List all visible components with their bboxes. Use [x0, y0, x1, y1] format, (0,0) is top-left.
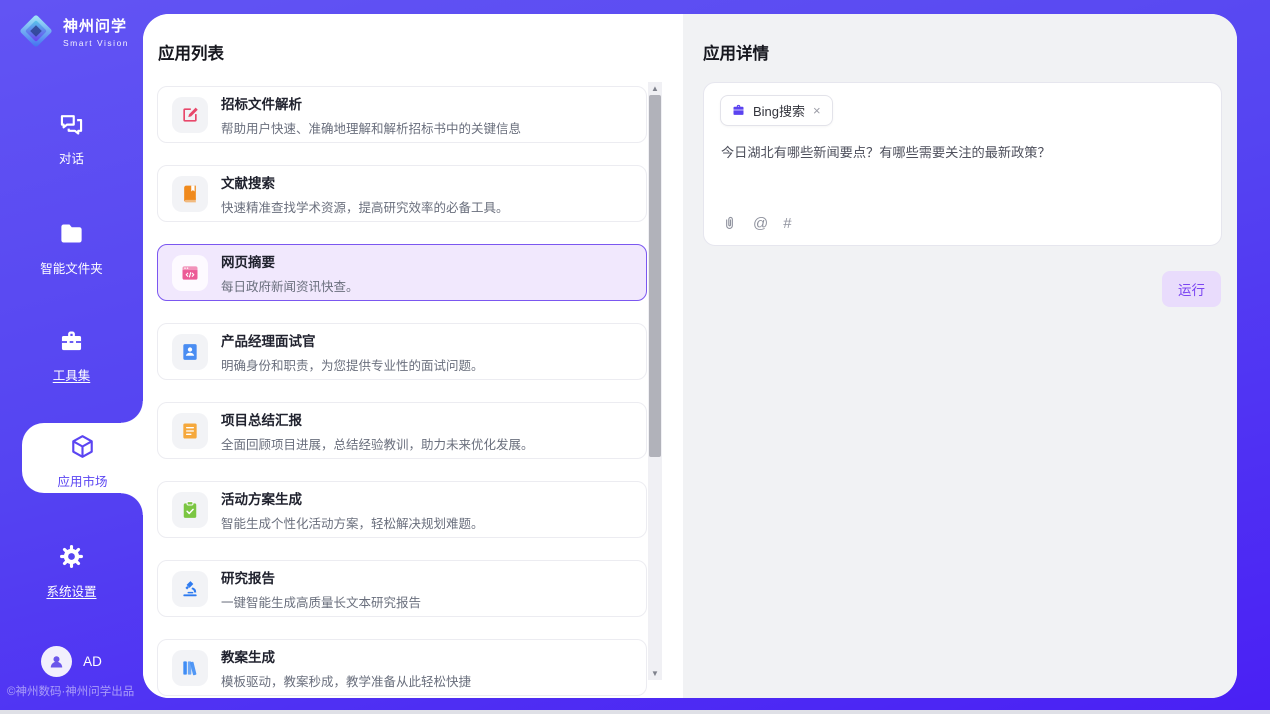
- app-list-item-literature-search[interactable]: 文献搜索 快速精准查找学术资源，提高研究效率的必备工具。: [157, 165, 647, 222]
- toolbox-icon: [58, 327, 85, 354]
- folder-icon: [58, 220, 85, 247]
- composer-toolbar: @ #: [721, 215, 792, 232]
- chat-icon: [58, 110, 85, 137]
- scrollbar-thumb[interactable]: [649, 95, 661, 457]
- sidebar-item-smart-folders[interactable]: 智能文件夹: [0, 220, 143, 277]
- cube-icon: [69, 433, 96, 460]
- app-list-item-event-plan[interactable]: 活动方案生成 智能生成个性化活动方案，轻松解决规划难题。: [157, 481, 647, 538]
- app-name: 网页摘要: [221, 251, 359, 271]
- briefcase-icon: [731, 103, 746, 118]
- brand-subtitle: Smart Vision: [63, 38, 129, 48]
- prompt-card: Bing搜索 × 今日湖北有哪些新闻要点？有哪些需要关注的最新政策？ @ #: [703, 82, 1222, 246]
- sidebar-item-toolset[interactable]: 工具集: [0, 327, 143, 384]
- app-desc: 智能生成个性化活动方案，轻松解决规划难题。: [221, 513, 484, 532]
- sidebar-item-app-market[interactable]: 应用市场: [22, 423, 143, 493]
- app-list: 招标文件解析 帮助用户快速、准确地理解和解析招标书中的关键信息 文献搜索: [157, 86, 647, 698]
- tool-tag-bing-search[interactable]: Bing搜索 ×: [720, 95, 833, 126]
- scroll-up-arrow-icon[interactable]: ▲: [648, 82, 662, 95]
- sidebar-item-chat[interactable]: 对话: [0, 110, 143, 167]
- prompt-text[interactable]: 今日湖北有哪些新闻要点？有哪些需要关注的最新政策？: [721, 143, 1204, 163]
- app-detail-panel: 应用详情 Bing搜索 × 今日湖北有哪些新闻要点？有哪些需要关注的最新政策？ …: [683, 14, 1237, 698]
- app-desc: 快速精准查找学术资源，提高研究效率的必备工具。: [221, 197, 509, 216]
- sidebar-item-settings[interactable]: 系统设置: [0, 543, 143, 600]
- book-icon: [172, 176, 208, 212]
- sidebar-item-label: 工具集: [0, 365, 143, 384]
- gem-logo-icon: [16, 11, 56, 51]
- app-detail-title: 应用详情: [703, 40, 769, 64]
- app-name: 活动方案生成: [221, 488, 484, 508]
- app-desc: 全面回顾项目进展，总结经验教训，助力未来优化发展。: [221, 434, 534, 453]
- app-desc: 一键智能生成高质量长文本研究报告: [221, 592, 421, 611]
- note-icon: [172, 413, 208, 449]
- app-name: 项目总结汇报: [221, 409, 534, 429]
- copyright-text: ©神州数码·神州问学出品: [7, 683, 143, 699]
- mention-icon[interactable]: @: [753, 215, 768, 232]
- sidebar-item-label: 系统设置: [0, 581, 143, 600]
- user-initials: AD: [83, 654, 102, 669]
- app-list-panel: 应用列表 招标文件解析 帮助用户快速、准确地理解和解析招标书中的关键信息: [143, 14, 683, 698]
- sidebar-item-label: 智能文件夹: [0, 258, 143, 277]
- app-name: 文献搜索: [221, 172, 509, 192]
- resume-icon: [172, 334, 208, 370]
- person-icon: [47, 652, 66, 671]
- user-account[interactable]: AD: [0, 646, 143, 677]
- app-list-item-lesson-plan[interactable]: 教案生成 模板驱动，教案秒成，教学准备从此轻松快捷: [157, 639, 647, 696]
- app-desc: 明确身份和职责，为您提供专业性的面试问题。: [221, 355, 484, 374]
- app-name: 教案生成: [221, 646, 471, 666]
- app-desc: 模板驱动，教案秒成，教学准备从此轻松快捷: [221, 671, 471, 690]
- tool-tag-label: Bing搜索: [753, 101, 805, 120]
- app-frame: 神州问学 Smart Vision 对话 智能文件夹: [0, 0, 1270, 710]
- clipboard-check-icon: [172, 492, 208, 528]
- books-icon: [172, 650, 208, 686]
- sidebar: 神州问学 Smart Vision 对话 智能文件夹: [0, 0, 143, 710]
- paperclip-icon[interactable]: [721, 215, 738, 232]
- brand-name: 神州问学: [63, 15, 129, 36]
- app-list-item-research-report[interactable]: 研究报告 一键智能生成高质量长文本研究报告: [157, 560, 647, 617]
- app-list-item-bid-analysis[interactable]: 招标文件解析 帮助用户快速、准确地理解和解析招标书中的关键信息: [157, 86, 647, 143]
- pen-square-icon: [172, 97, 208, 133]
- scroll-down-arrow-icon[interactable]: ▼: [648, 667, 662, 680]
- sidebar-item-label: 应用市场: [22, 471, 143, 490]
- brand-logo: 神州问学 Smart Vision: [16, 11, 129, 51]
- app-desc: 帮助用户快速、准确地理解和解析招标书中的关键信息: [221, 118, 521, 137]
- app-list-item-project-summary[interactable]: 项目总结汇报 全面回顾项目进展，总结经验教训，助力未来优化发展。: [157, 402, 647, 459]
- run-button[interactable]: 运行: [1162, 271, 1221, 307]
- browser-code-icon: [172, 255, 208, 291]
- main-content: 应用列表 招标文件解析 帮助用户快速、准确地理解和解析招标书中的关键信息: [143, 14, 1237, 698]
- app-desc: 每日政府新闻资讯快查。: [221, 276, 359, 295]
- close-icon[interactable]: ×: [812, 104, 822, 117]
- app-list-title: 应用列表: [158, 40, 224, 64]
- app-list-item-web-summary[interactable]: 网页摘要 每日政府新闻资讯快查。: [157, 244, 647, 301]
- list-scrollbar[interactable]: ▲ ▼: [648, 82, 662, 680]
- app-name: 招标文件解析: [221, 93, 521, 113]
- hash-icon[interactable]: #: [783, 215, 791, 232]
- sidebar-item-label: 对话: [0, 148, 143, 167]
- app-window: 神州问学 Smart Vision 对话 智能文件夹: [0, 0, 1270, 714]
- app-name: 产品经理面试官: [221, 330, 484, 350]
- gear-icon: [58, 543, 85, 570]
- microscope-icon: [172, 571, 208, 607]
- app-list-item-pm-interviewer[interactable]: 产品经理面试官 明确身份和职责，为您提供专业性的面试问题。: [157, 323, 647, 380]
- app-name: 研究报告: [221, 567, 421, 587]
- avatar: [41, 646, 72, 677]
